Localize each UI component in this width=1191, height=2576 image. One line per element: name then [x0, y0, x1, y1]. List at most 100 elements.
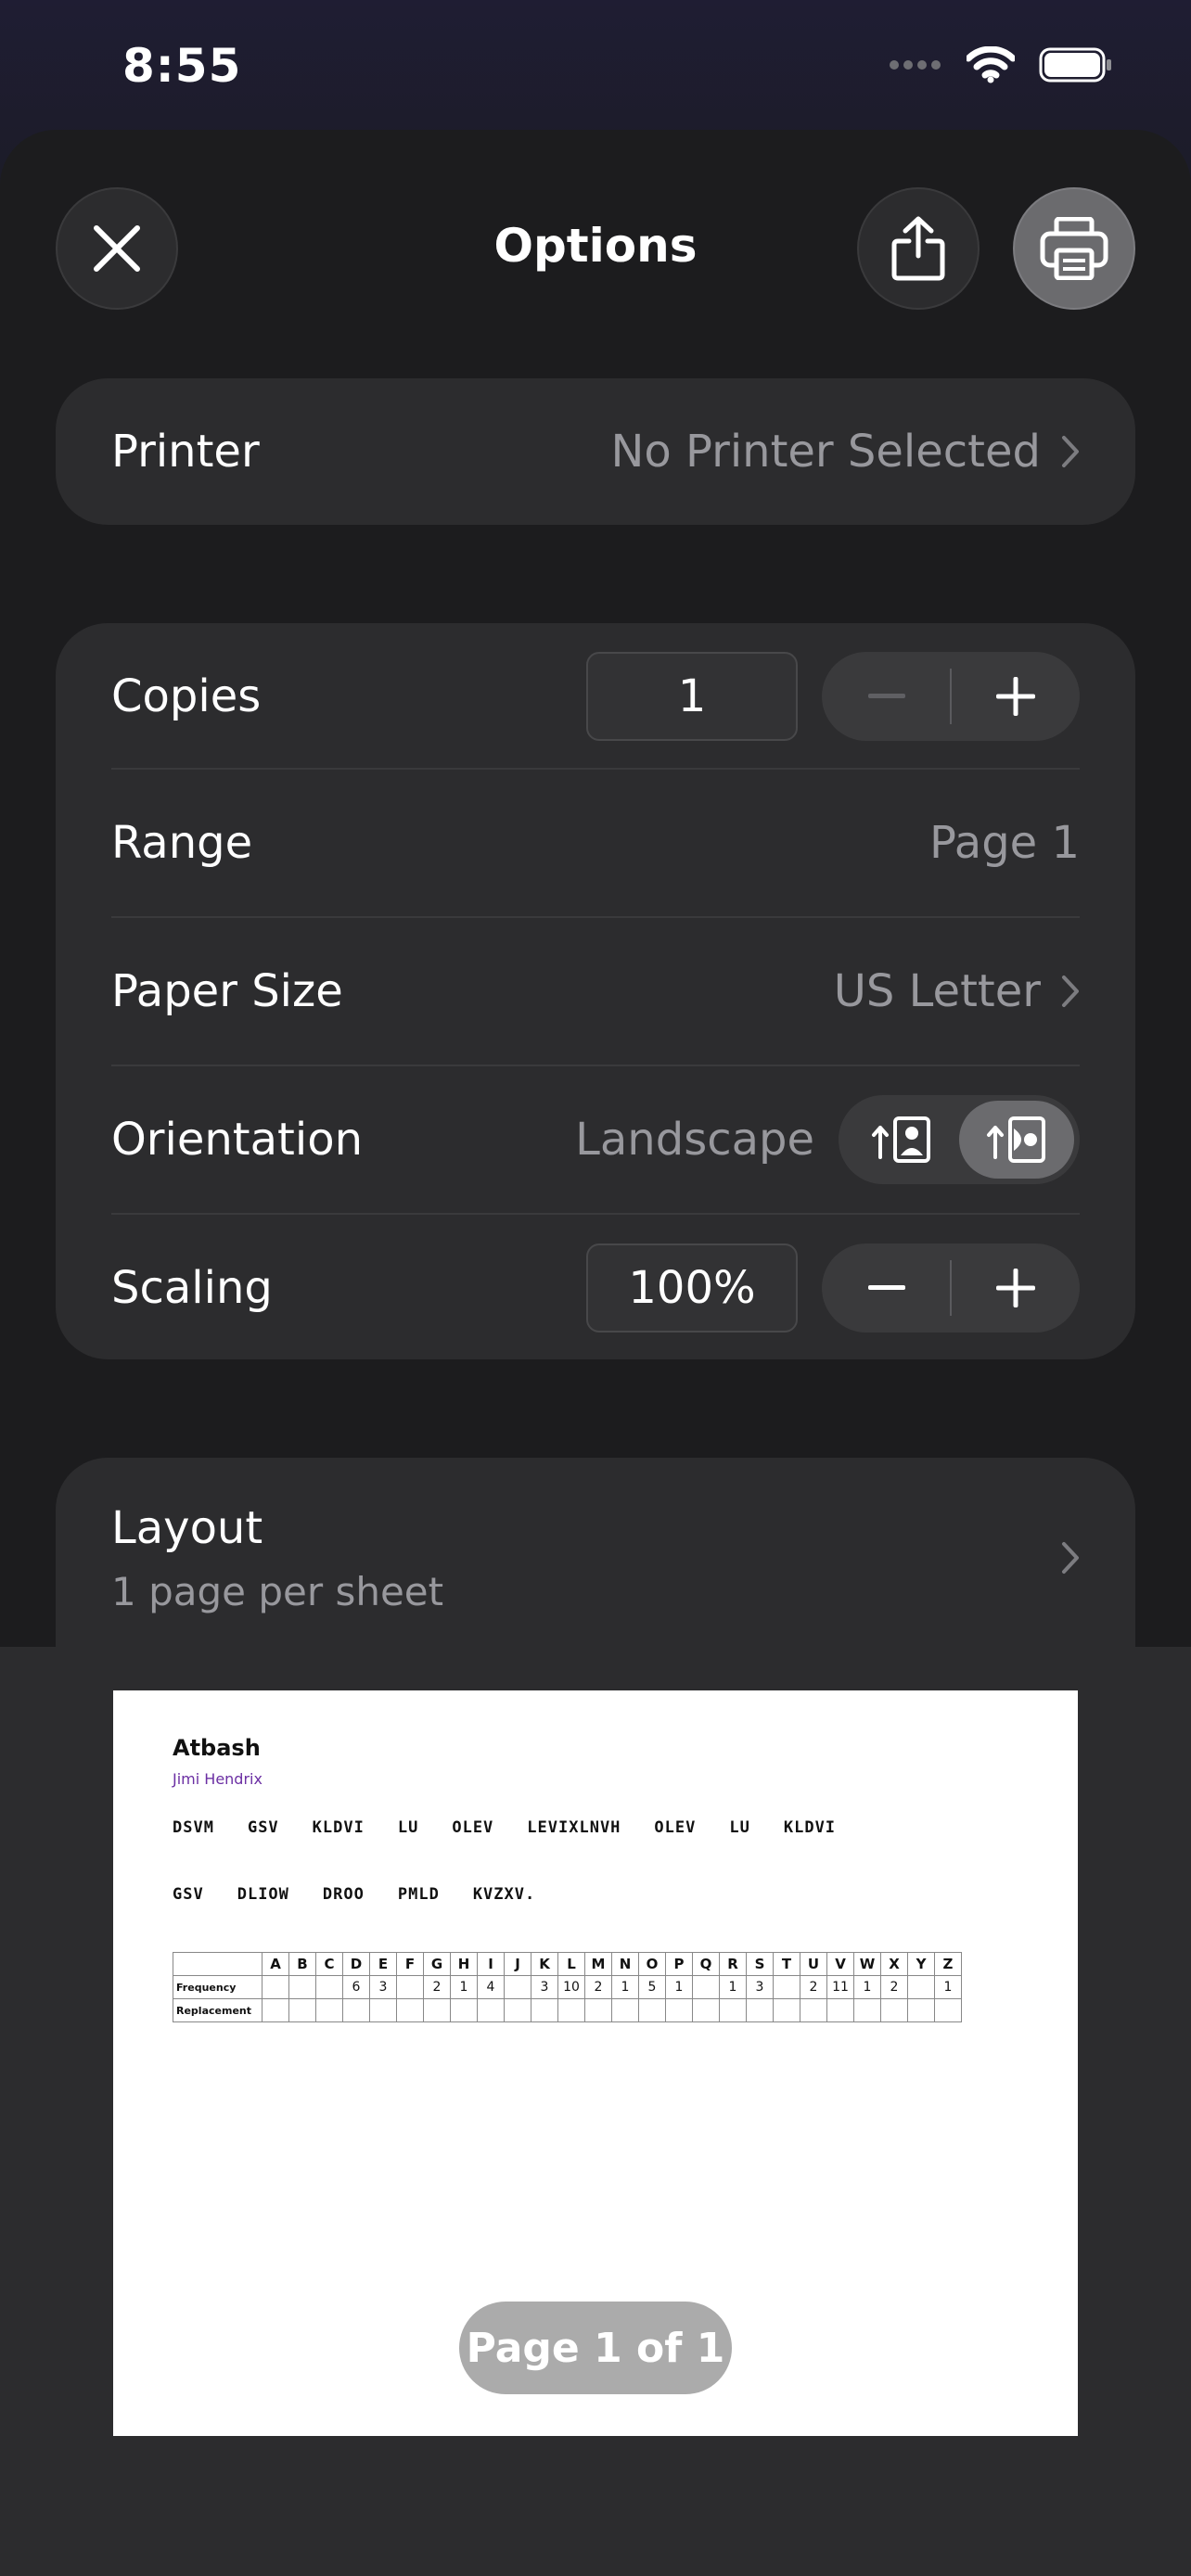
cipher-word: LU — [729, 1818, 750, 1837]
frequency-cell: 3 — [746, 1975, 774, 1999]
orientation-segmented-control — [839, 1095, 1080, 1184]
letter-cell: W — [853, 1952, 881, 1976]
frequency-cell: 11 — [826, 1975, 854, 1999]
frequency-cell — [907, 1975, 935, 1999]
orientation-label: Orientation — [111, 1114, 363, 1166]
layout-value: 1 page per sheet — [111, 1569, 444, 1614]
scaling-label: Scaling — [111, 1262, 273, 1314]
plus-icon — [995, 677, 1035, 716]
letter-cell: U — [800, 1952, 827, 1976]
frequency-cell: 1 — [853, 1975, 881, 1999]
replacement-cell — [719, 1998, 747, 2022]
frequency-cell — [315, 1975, 343, 1999]
frequency-cell: 1 — [934, 1975, 962, 1999]
letter-cell: N — [611, 1952, 639, 1976]
frequency-cell — [288, 1975, 316, 1999]
range-row[interactable]: Range Page 1 — [111, 770, 1080, 916]
landscape-option[interactable] — [959, 1101, 1074, 1179]
table-corner-cell — [173, 1952, 263, 1976]
layout-label: Layout — [111, 1502, 263, 1554]
cipher-word: DROO — [322, 1885, 365, 1904]
paper-size-row[interactable]: Paper Size US Letter — [111, 918, 1080, 1065]
printer-label: Printer — [111, 426, 260, 478]
cipher-word: LEVIXLNVH — [527, 1818, 621, 1837]
letter-cell: A — [262, 1952, 289, 1976]
cipher-word: DLIOW — [237, 1885, 289, 1904]
scaling-field[interactable]: 100% — [586, 1243, 798, 1333]
replacement-label: Replacement — [173, 1998, 263, 2022]
minus-icon — [867, 694, 905, 698]
replacement-cell — [315, 1998, 343, 2022]
replacement-cell — [880, 1998, 908, 2022]
cipher-word: OLEV — [654, 1818, 697, 1837]
print-button[interactable] — [1013, 187, 1135, 310]
paper-size-value: US Letter — [833, 965, 1041, 1017]
replacement-cell — [450, 1998, 478, 2022]
letter-cell: S — [746, 1952, 774, 1976]
letter-cell: J — [504, 1952, 531, 1976]
scaling-increment-button[interactable] — [951, 1243, 1080, 1333]
replacement-cell — [611, 1998, 639, 2022]
orientation-value: Landscape — [575, 1114, 814, 1166]
frequency-cell: 1 — [719, 1975, 747, 1999]
battery-icon — [1039, 47, 1111, 83]
plus-icon — [995, 1269, 1035, 1307]
replacement-cell — [638, 1998, 666, 2022]
frequency-cell — [504, 1975, 531, 1999]
printer-card: Printer No Printer Selected — [56, 378, 1135, 525]
replacement-cell — [288, 1998, 316, 2022]
cipher-word: KLDVI — [312, 1818, 365, 1837]
replacement-cell — [665, 1998, 693, 2022]
replacement-cell — [396, 1998, 424, 2022]
print-settings-card: Copies 1 Range Page 1 Paper Size US Lett… — [56, 623, 1135, 1359]
replacement-cell — [477, 1998, 505, 2022]
chevron-right-icon — [1062, 976, 1079, 1007]
range-value: Page 1 — [929, 817, 1080, 869]
letter-cell: V — [826, 1952, 854, 1976]
status-bar: 8:55 — [0, 0, 1191, 130]
frequency-cell: 1 — [665, 1975, 693, 1999]
printer-row[interactable]: Printer No Printer Selected — [111, 378, 1080, 525]
frequency-cell: 1 — [611, 1975, 639, 1999]
frequency-cell — [773, 1975, 800, 1999]
frequency-cell — [396, 1975, 424, 1999]
replacement-cell — [907, 1998, 935, 2022]
orientation-row: Orientation Landscape — [111, 1066, 1080, 1213]
scaling-stepper — [822, 1243, 1080, 1333]
copies-increment-button[interactable] — [951, 652, 1080, 741]
landscape-orientation-icon — [987, 1116, 1045, 1163]
replacement-cell — [826, 1998, 854, 2022]
letter-cell: I — [477, 1952, 505, 1976]
frequency-cell — [692, 1975, 720, 1999]
letter-cell: Z — [934, 1952, 962, 1976]
preview-cipher-line-1: DSVM GSV KLDVI LU OLEV LEVIXLNVH OLEV LU KLDVI — [173, 1818, 869, 1837]
replacement-cell — [746, 1998, 774, 2022]
letter-cell: L — [557, 1952, 585, 1976]
replacement-cell — [584, 1998, 612, 2022]
share-button[interactable] — [857, 187, 980, 310]
letter-cell: O — [638, 1952, 666, 1976]
replacement-cell — [800, 1998, 827, 2022]
copies-decrement-button[interactable] — [822, 652, 951, 741]
preview-cipher-line-2: GSV DLIOW DROO PMLD KVZXV. — [173, 1885, 569, 1904]
replacement-cell — [773, 1998, 800, 2022]
replacement-cell — [423, 1998, 451, 2022]
copies-field[interactable]: 1 — [586, 652, 798, 741]
frequency-cell: 2 — [800, 1975, 827, 1999]
frequency-cell: 10 — [557, 1975, 585, 1999]
letter-cell: F — [396, 1952, 424, 1976]
frequency-cell: 2 — [584, 1975, 612, 1999]
scaling-row: Scaling 100% — [111, 1215, 1080, 1361]
preview-author: Jimi Hendrix — [173, 1770, 263, 1788]
frequency-cell — [262, 1975, 289, 1999]
replacement-cell — [692, 1998, 720, 2022]
cipher-word: DSVM — [173, 1818, 214, 1837]
letter-cell: M — [584, 1952, 612, 1976]
frequency-cell: 2 — [423, 1975, 451, 1999]
portrait-option[interactable] — [844, 1101, 959, 1179]
copies-label: Copies — [111, 670, 262, 722]
letter-cell: X — [880, 1952, 908, 1976]
cipher-word: GSV — [173, 1885, 204, 1904]
scaling-decrement-button[interactable] — [822, 1243, 951, 1333]
replacement-cell — [531, 1998, 558, 2022]
